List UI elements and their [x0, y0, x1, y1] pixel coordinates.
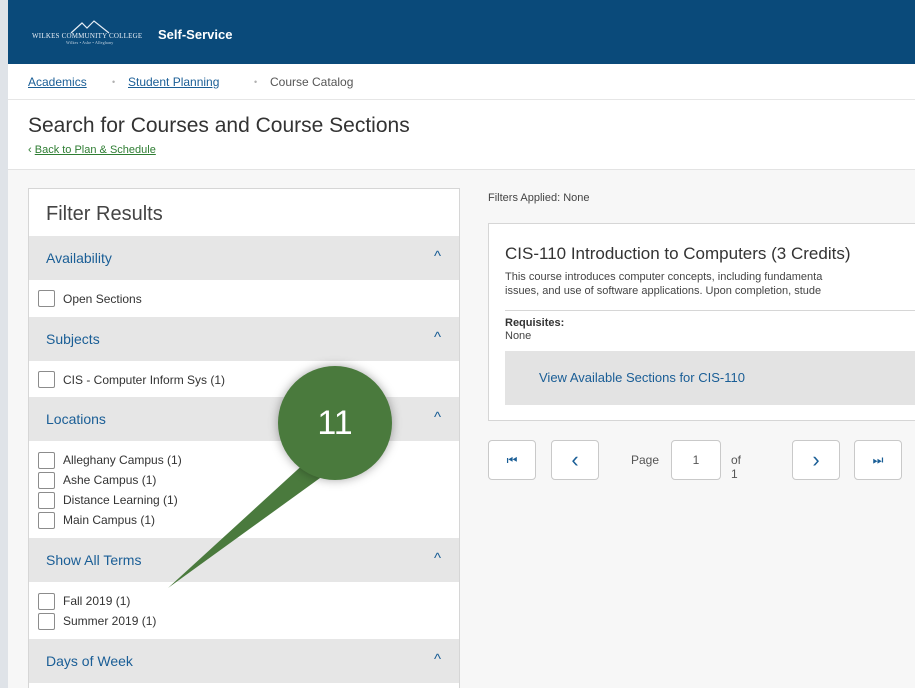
checkbox-main-campus[interactable] — [38, 512, 55, 529]
requisites-label: Requisites: — [505, 317, 565, 329]
requisites-value: None — [505, 330, 532, 342]
page-header: Search for Courses and Course Sections ‹… — [8, 100, 915, 170]
page-number-input[interactable]: 1 — [671, 440, 721, 480]
logo-subtext: Wilkes • Ashe • Alleghany — [66, 40, 114, 45]
checkbox-fall-2019[interactable] — [38, 593, 55, 610]
checkbox-summer-2019[interactable] — [38, 613, 55, 630]
step-number-badge: 11 — [278, 366, 392, 480]
section-title: Locations — [46, 411, 106, 427]
chevron-up-icon: ^ — [434, 329, 442, 346]
chevron-up-icon: ^ — [434, 651, 442, 668]
card-divider — [505, 310, 915, 311]
course-description-line: This course introduces computer concepts… — [505, 271, 823, 283]
course-card: CIS-110 Introduction to Computers (3 Cre… — [488, 223, 915, 421]
logo-text: WILKES COMMUNITY COLLEGE — [32, 32, 143, 40]
main-content: Filter Results Availability ^ Open Secti… — [8, 170, 915, 688]
chevron-left-icon: ‹ — [28, 144, 32, 156]
filter-section-days-of-week[interactable]: Days of Week ^ — [29, 639, 459, 683]
page-label: Page — [631, 453, 660, 467]
filter-section-locations[interactable]: Locations ^ — [29, 397, 459, 441]
option-label: Distance Learning (1) — [63, 493, 178, 507]
filter-section-availability[interactable]: Availability ^ — [29, 236, 459, 280]
back-to-plan-link[interactable]: ‹ Back to Plan & Schedule — [28, 144, 156, 156]
back-link-label: Back to Plan & Schedule — [34, 144, 156, 156]
section-title: Days of Week — [46, 653, 133, 669]
course-description-line: issues, and use of software applications… — [505, 285, 822, 297]
breadcrumb-separator: • — [254, 77, 258, 87]
last-page-button[interactable]: ⏭ — [854, 440, 902, 480]
course-description: This course introduces computer concepts… — [505, 270, 915, 298]
filter-panel-heading: Filter Results — [46, 203, 163, 225]
course-title: CIS-110 Introduction to Computers (3 Cre… — [505, 244, 851, 263]
checkbox-ashe-campus[interactable] — [38, 472, 55, 489]
option-label: Ashe Campus (1) — [63, 473, 157, 487]
view-sections-label: View Available Sections for CIS-110 — [539, 370, 745, 385]
chevron-right-icon: › — [812, 447, 820, 472]
section-title: Subjects — [46, 331, 100, 347]
chevron-left-icon: ‹ — [571, 447, 579, 472]
filter-section-terms[interactable]: Show All Terms ^ — [29, 538, 459, 582]
breadcrumb-academics[interactable]: Academics — [28, 75, 87, 89]
option-label: Open Sections — [63, 292, 142, 306]
view-available-sections-button[interactable]: View Available Sections for CIS-110 — [505, 351, 915, 405]
breadcrumb: Academics • Student Planning • Course Ca… — [8, 64, 915, 100]
checkbox-open-sections[interactable] — [38, 290, 55, 307]
page-count-label: of 1 — [731, 453, 742, 481]
option-label: Alleghany Campus (1) — [63, 453, 182, 467]
breadcrumb-course-catalog: Course Catalog — [270, 75, 354, 89]
app-title[interactable]: Self-Service — [158, 27, 232, 42]
option-label: Fall 2019 (1) — [63, 594, 131, 608]
filter-panel: Filter Results Availability ^ Open Secti… — [28, 188, 460, 688]
checkbox-subject-cis[interactable] — [38, 371, 55, 388]
checkbox-distance-learning[interactable] — [38, 492, 55, 509]
previous-page-button[interactable]: ‹ — [551, 440, 599, 480]
app-window: WILKES COMMUNITY COLLEGE Wilkes • Ashe •… — [0, 0, 915, 688]
section-title: Show All Terms — [46, 552, 142, 568]
option-label: CIS - Computer Inform Sys (1) — [63, 373, 226, 387]
next-page-button[interactable]: › — [792, 440, 840, 480]
last-page-icon: ⏭ — [872, 453, 884, 467]
filter-section-subjects[interactable]: Subjects ^ — [29, 317, 459, 361]
first-page-button[interactable]: ⏮ — [488, 440, 536, 480]
page-title: Search for Courses and Course Sections — [28, 114, 410, 137]
top-header-bar: WILKES COMMUNITY COLLEGE Wilkes • Ashe •… — [8, 0, 915, 64]
section-title: Availability — [46, 250, 112, 266]
chevron-up-icon: ^ — [434, 248, 442, 265]
option-label: Main Campus (1) — [63, 513, 156, 527]
breadcrumb-student-planning[interactable]: Student Planning — [128, 75, 219, 89]
breadcrumb-separator: • — [112, 77, 116, 87]
college-logo[interactable]: WILKES COMMUNITY COLLEGE Wilkes • Ashe •… — [32, 20, 152, 46]
chevron-up-icon: ^ — [434, 550, 442, 567]
checkbox-alleghany-campus[interactable] — [38, 452, 55, 469]
chevron-up-icon: ^ — [434, 409, 442, 426]
option-label: Summer 2019 (1) — [63, 614, 157, 628]
filters-applied-text: Filters Applied: None — [488, 192, 590, 204]
first-page-icon: ⏮ — [506, 453, 518, 467]
